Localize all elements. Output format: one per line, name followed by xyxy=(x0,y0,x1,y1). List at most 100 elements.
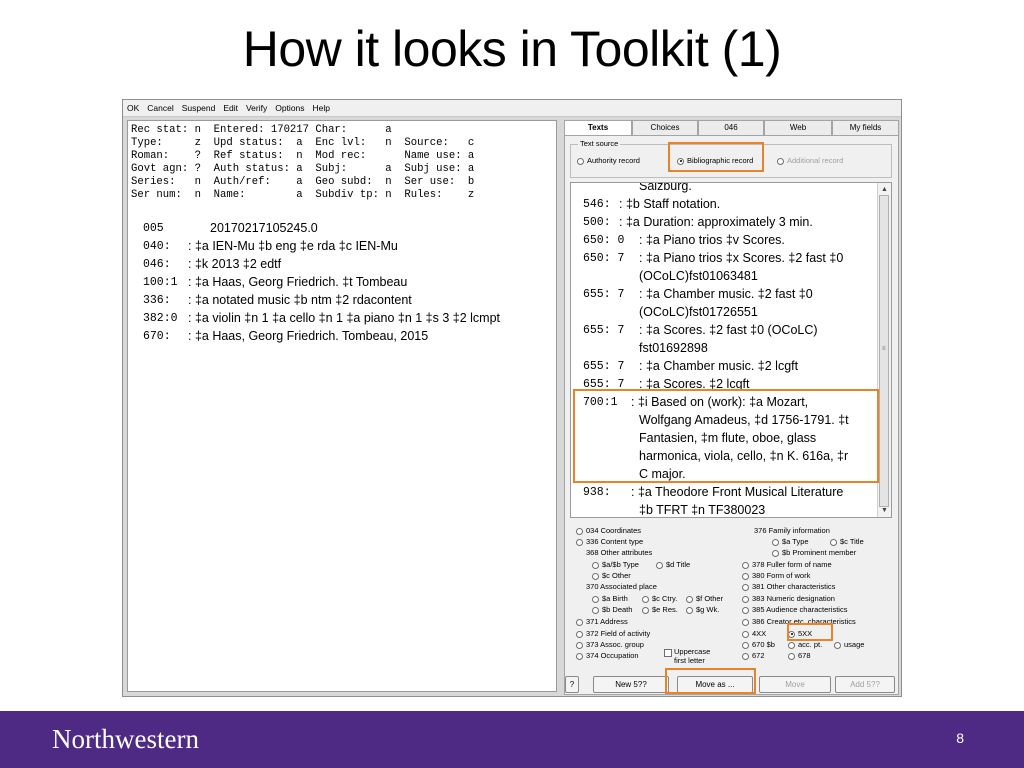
radio-385[interactable]: 385 Audience characteristics xyxy=(742,605,847,614)
new-5xx-button[interactable]: New 5?? xyxy=(593,676,669,693)
radio-icon xyxy=(686,595,693,603)
label-376: 376 Family information xyxy=(754,526,830,535)
radio-icon xyxy=(592,561,599,569)
menu-suspend[interactable]: Suspend xyxy=(178,100,220,116)
radio-icon xyxy=(788,641,795,649)
radio-336[interactable]: 336 Content type xyxy=(576,537,643,546)
additional-record-radio[interactable]: Additional record xyxy=(777,156,843,165)
fixed-field-line: Ser num: n Name: a Subdiv tp: n Rules: z xyxy=(131,189,475,201)
add-5xx-button[interactable]: Add 5?? xyxy=(835,676,895,693)
label-370: 370 Associated place xyxy=(586,582,657,591)
radio-374[interactable]: 374 Occupation xyxy=(576,651,639,660)
radio-icon xyxy=(642,595,649,603)
radio-370-res[interactable]: $e Res. xyxy=(642,605,678,614)
fixed-field-line: Roman: ? Ref status: n Mod rec: Name use… xyxy=(131,150,475,162)
scroll-down-icon[interactable]: ▼ xyxy=(878,504,891,517)
radio-icon xyxy=(592,572,599,580)
tab-my-fields[interactable]: My fields xyxy=(832,120,899,135)
radio-372[interactable]: 372 Field of activity xyxy=(576,629,650,638)
radio-icon xyxy=(772,549,779,557)
radio-370-birth[interactable]: $a Birth xyxy=(592,594,628,603)
bibliographic-record-radio[interactable]: Bibliographic record xyxy=(677,156,753,165)
radio-376-atype[interactable]: $a Type xyxy=(772,537,809,546)
radio-370-ctry[interactable]: $c Ctry. xyxy=(642,594,677,603)
marc-value: : ‡a Haas, Georg Friedrich. Tombeau, 201… xyxy=(188,329,429,343)
radio-376-ctitle[interactable]: $c Title xyxy=(830,537,864,546)
menu-cancel[interactable]: Cancel xyxy=(143,100,177,116)
radio-accpt[interactable]: acc. pt. xyxy=(788,640,822,649)
radio-381[interactable]: 381 Other characteristics xyxy=(742,582,835,591)
marc-tag: 005 xyxy=(143,222,164,235)
radio-4xx[interactable]: 4XX xyxy=(742,629,766,638)
radio-icon xyxy=(742,561,749,569)
text-source-label: Text source xyxy=(578,139,621,148)
tab-choices[interactable]: Choices xyxy=(632,120,698,135)
radio-icon xyxy=(834,641,841,649)
move-button[interactable]: Move xyxy=(759,676,831,693)
radio-usage[interactable]: usage xyxy=(834,640,864,649)
radio-034[interactable]: 034 Coordinates xyxy=(576,526,641,535)
radio-373[interactable]: 373 Assoc. group xyxy=(576,640,644,649)
radio-icon xyxy=(592,595,599,603)
help-button[interactable]: ? xyxy=(565,676,579,693)
radio-368-other[interactable]: $c Other xyxy=(592,571,631,580)
marc-value: : ‡a IEN-Mu ‡b eng ‡e rda ‡c IEN-Mu xyxy=(188,239,398,253)
tab-web[interactable]: Web xyxy=(764,120,832,135)
move-as-button[interactable]: Move as ... xyxy=(677,676,753,693)
authority-record-radio[interactable]: Authority record xyxy=(577,156,640,165)
marc-tag: 670: xyxy=(143,330,171,343)
radio-icon xyxy=(777,157,784,165)
menu-verify[interactable]: Verify xyxy=(242,100,271,116)
menu-help[interactable]: Help xyxy=(309,100,334,116)
marc-tag: 336: xyxy=(143,294,171,307)
radio-icon xyxy=(642,606,649,614)
source-text-box[interactable]: Salzburg. 546:: ‡b Staff notation. 500::… xyxy=(570,182,892,518)
marc-value: : ‡k 2013 ‡2 edtf xyxy=(188,257,282,271)
vertical-scrollbar[interactable]: ▲ ≡ ▼ xyxy=(877,183,891,517)
radio-icon xyxy=(576,538,583,546)
fixed-field-line: Govt agn: ? Auth status: a Subj: a Subj … xyxy=(131,163,475,175)
tab-texts[interactable]: Texts xyxy=(564,120,632,136)
menu-options[interactable]: Options xyxy=(271,100,308,116)
radio-370-wk[interactable]: $g Wk. xyxy=(686,605,719,614)
tab-046[interactable]: 046 xyxy=(698,120,764,135)
marc-tag: 040: xyxy=(143,240,171,253)
uppercase-checkbox[interactable]: Uppercase first letter xyxy=(664,647,724,665)
record-editor[interactable]: Rec stat: n Entered: 170217 Char: a Type:… xyxy=(127,120,557,692)
radio-icon xyxy=(742,618,749,626)
marc-value: 20170217105245.0 xyxy=(210,221,318,235)
menu-bar: OK Cancel Suspend Edit Verify Options Help xyxy=(123,100,901,117)
radio-670b[interactable]: 670 $b xyxy=(742,640,775,649)
field-options: 034 Coordinates 336 Content type 368 Oth… xyxy=(570,522,892,670)
radio-icon xyxy=(742,630,749,638)
radio-5xx[interactable]: 5XX xyxy=(788,629,812,638)
radio-icon xyxy=(742,641,749,649)
radio-371[interactable]: 371 Address xyxy=(576,617,628,626)
radio-672[interactable]: 672 xyxy=(742,651,765,660)
marc-tag: 382:0 xyxy=(143,312,178,325)
scroll-thumb[interactable]: ≡ xyxy=(879,195,889,507)
menu-ok[interactable]: OK xyxy=(123,100,143,116)
radio-368-type[interactable]: $a/$b Type xyxy=(592,560,639,569)
radio-386[interactable]: 386 Creator etc. characteristics xyxy=(742,617,856,626)
radio-icon xyxy=(772,538,779,546)
radio-368-dtitle[interactable]: $d Title xyxy=(656,560,690,569)
radio-378[interactable]: 378 Fuller form of name xyxy=(742,560,832,569)
radio-icon xyxy=(576,527,583,535)
radio-370-fother[interactable]: $f Other xyxy=(686,594,723,603)
radio-icon xyxy=(576,630,583,638)
marc-value: : ‡a notated music ‡b ntm ‡2 rdacontent xyxy=(188,293,412,307)
radio-383[interactable]: 383 Numeric designation xyxy=(742,594,835,603)
radio-678[interactable]: 678 xyxy=(788,651,811,660)
marc-value: : ‡a violin ‡n 1 ‡a cello ‡n 1 ‡a piano … xyxy=(188,311,501,325)
radio-icon xyxy=(576,641,583,649)
radio-icon xyxy=(742,595,749,603)
radio-380[interactable]: 380 Form of work xyxy=(742,571,810,580)
radio-icon xyxy=(592,606,599,614)
radio-376-prominent[interactable]: $b Prominent member xyxy=(772,548,856,557)
fixed-field-line: Series: n Auth/ref: a Geo subd: n Ser us… xyxy=(131,176,475,188)
menu-edit[interactable]: Edit xyxy=(219,100,242,116)
marc-tag: 100:1 xyxy=(143,276,178,289)
radio-370-death[interactable]: $b Death xyxy=(592,605,632,614)
fixed-fields: Rec stat: n Entered: 170217 Char: a Type:… xyxy=(131,124,474,202)
